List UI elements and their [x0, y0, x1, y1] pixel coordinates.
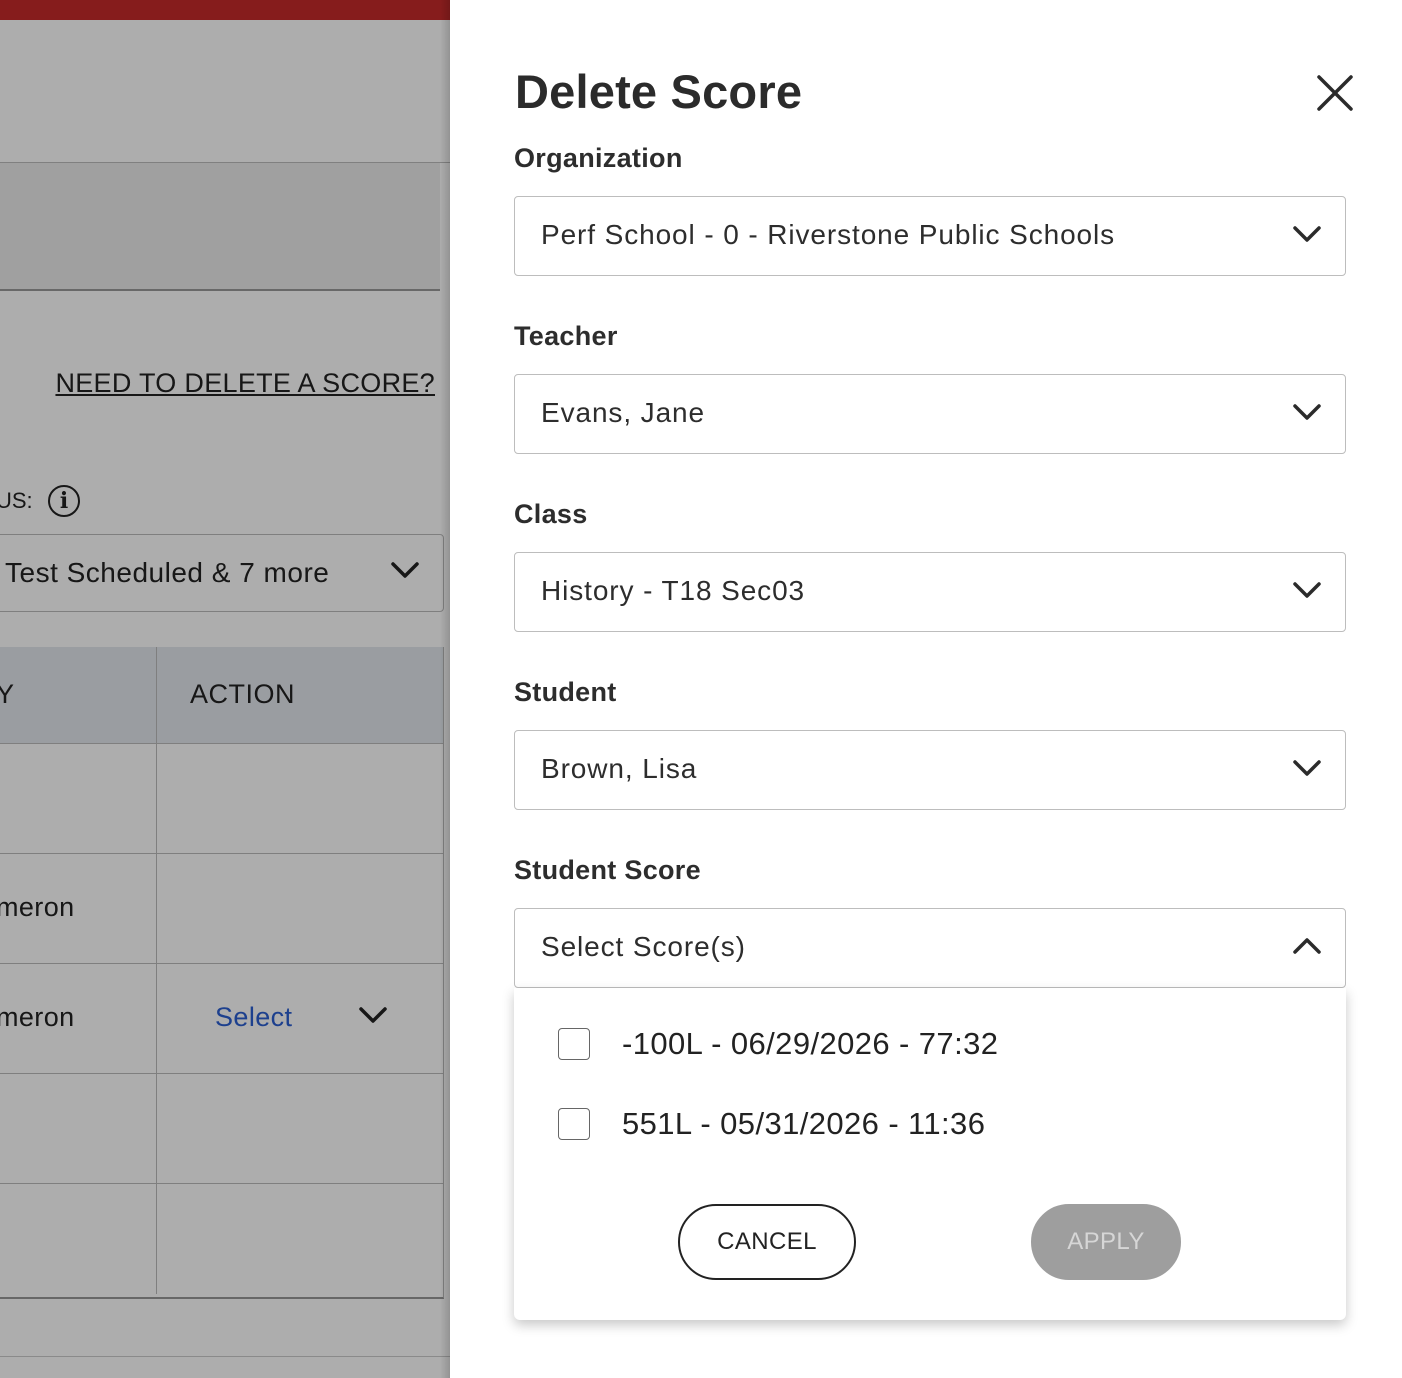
student-score-placeholder: Select Score(s) [541, 931, 746, 962]
class-label: Class [514, 499, 588, 529]
checkbox[interactable] [558, 1028, 590, 1060]
apply-button[interactable]: APPLY [1031, 1204, 1181, 1280]
checkbox[interactable] [558, 1108, 590, 1140]
class-value: History - T18 Sec03 [541, 575, 806, 606]
teacher-label: Teacher [514, 321, 618, 351]
chevron-up-icon [1293, 938, 1321, 954]
delete-score-drawer: Delete Score Organization Perf School - … [450, 0, 1402, 1378]
chevron-down-icon [1293, 760, 1321, 776]
score-option-label: -100L - 06/29/2026 - 77:32 [622, 1026, 999, 1061]
organization-value: Perf School - 0 - Riverstone Public Scho… [541, 219, 1116, 250]
drawer-title: Delete Score [515, 65, 803, 118]
chevron-down-icon [1293, 404, 1321, 420]
modal-backdrop[interactable] [0, 0, 450, 1378]
close-icon[interactable] [1316, 74, 1354, 112]
chevron-down-icon [1293, 226, 1321, 242]
class-select[interactable]: History - T18 Sec03 [514, 552, 1346, 632]
score-option-label: 551L - 05/31/2026 - 11:36 [622, 1106, 986, 1141]
score-options-dropdown: -100L - 06/29/2026 - 77:32 551L - 05/31/… [514, 988, 1346, 1320]
organization-select[interactable]: Perf School - 0 - Riverstone Public Scho… [514, 196, 1346, 276]
student-score-select[interactable]: Select Score(s) [514, 908, 1346, 988]
student-value: Brown, Lisa [541, 753, 698, 784]
student-label: Student [514, 677, 617, 707]
teacher-value: Evans, Jane [541, 397, 705, 428]
cancel-button[interactable]: CANCEL [678, 1204, 856, 1280]
organization-label: Organization [514, 143, 683, 173]
chevron-down-icon [1293, 582, 1321, 598]
student-score-label: Student Score [514, 855, 701, 885]
student-select[interactable]: Brown, Lisa [514, 730, 1346, 810]
teacher-select[interactable]: Evans, Jane [514, 374, 1346, 454]
